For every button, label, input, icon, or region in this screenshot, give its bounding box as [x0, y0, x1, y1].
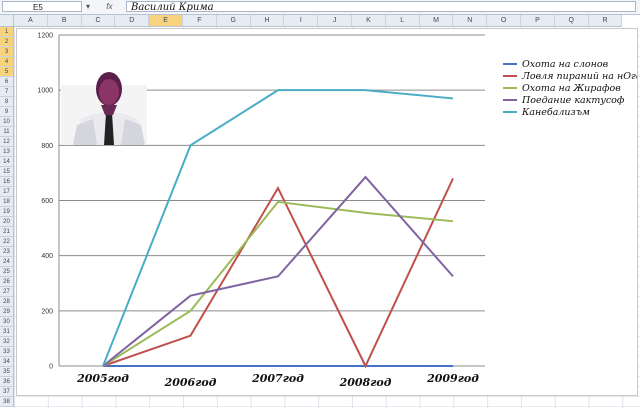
column-header-e[interactable]: E — [149, 15, 183, 27]
row-header-16[interactable]: 16 — [0, 177, 14, 187]
column-header-l[interactable]: L — [385, 15, 420, 27]
line-chart: 0 200 400 600 800 1000 1200 2005год 2006год 2007… — [37, 33, 640, 390]
row-header-21[interactable]: 21 — [0, 227, 14, 237]
y-tick-label: 800 — [41, 143, 53, 150]
row-header-3[interactable]: 3 — [0, 47, 14, 57]
column-header-n[interactable]: N — [453, 15, 488, 27]
row-header-18[interactable]: 18 — [0, 197, 14, 207]
x-tick-label: 2008год — [339, 376, 392, 389]
row-header-29[interactable]: 29 — [0, 307, 14, 317]
row-header-2[interactable]: 2 — [0, 37, 14, 47]
function-icon[interactable]: fx — [106, 2, 112, 11]
row-header-20[interactable]: 20 — [0, 217, 14, 227]
series-line-1[interactable] — [102, 178, 454, 369]
formula-input[interactable]: Василий Крима — [126, 1, 636, 13]
row-header-8[interactable]: 8 — [0, 97, 14, 107]
series-line-3[interactable] — [102, 175, 454, 367]
column-header-b[interactable]: B — [47, 15, 82, 27]
y-tick-label: 600 — [41, 198, 53, 205]
row-header-32[interactable]: 32 — [0, 337, 14, 347]
column-header-k[interactable]: K — [352, 15, 386, 27]
y-tick-label: 0 — [49, 364, 53, 371]
column-header-f[interactable]: F — [183, 15, 217, 27]
row-header-38[interactable]: 38 — [0, 397, 14, 407]
row-header-1[interactable]: 1 — [0, 27, 14, 37]
row-header-23[interactable]: 23 — [0, 247, 14, 257]
row-header-28[interactable]: 28 — [0, 297, 14, 307]
y-tick-label: 200 — [41, 308, 53, 315]
column-header-c[interactable]: C — [81, 15, 116, 27]
row-header-5[interactable]: 5 — [0, 67, 14, 77]
series-lines — [102, 89, 454, 369]
column-header-h[interactable]: H — [250, 15, 285, 27]
row-header-10[interactable]: 10 — [0, 117, 14, 127]
legend: Охота на слоновЛовля пираний на нОгеОхот… — [503, 59, 640, 118]
legend-label-4: Канебализъм — [521, 107, 590, 118]
row-header-6[interactable]: 6 — [0, 77, 14, 87]
column-header-r[interactable]: R — [588, 15, 623, 27]
column-header-p[interactable]: P — [521, 15, 555, 27]
legend-label-0: Охота на слонов — [522, 59, 609, 70]
y-tick-label: 400 — [41, 253, 53, 260]
y-tick-label: 1000 — [37, 88, 53, 95]
row-header-9[interactable]: 9 — [0, 107, 14, 117]
legend-label-3: Поедание кактусоф — [521, 95, 625, 106]
row-header-17[interactable]: 17 — [0, 187, 14, 197]
x-tick-label: 2006год — [164, 376, 217, 389]
row-header-35[interactable]: 35 — [0, 367, 14, 377]
row-header-30[interactable]: 30 — [0, 317, 14, 327]
row-header-7[interactable]: 7 — [0, 87, 14, 97]
row-header-26[interactable]: 26 — [0, 277, 14, 287]
row-header-13[interactable]: 13 — [0, 147, 14, 157]
column-header-g[interactable]: G — [216, 15, 251, 27]
column-header-q[interactable]: Q — [554, 15, 589, 27]
person-photo[interactable] — [61, 72, 147, 145]
column-header-a[interactable]: A — [14, 15, 48, 27]
row-header-27[interactable]: 27 — [0, 287, 14, 297]
x-tick-label: 2009год — [426, 372, 479, 385]
row-header-22[interactable]: 22 — [0, 237, 14, 247]
row-header-33[interactable]: 33 — [0, 347, 14, 357]
legend-label-2: Охота на Жирафов — [522, 83, 621, 94]
name-box[interactable]: E5 — [2, 1, 82, 12]
row-header-34[interactable]: 34 — [0, 357, 14, 367]
y-axis-ticks: 0 200 400 600 800 1000 1200 — [37, 33, 53, 371]
row-header-19[interactable]: 19 — [0, 207, 14, 217]
chart-area[interactable]: 0 200 400 600 800 1000 1200 2005год 2006год 2007… — [16, 28, 640, 396]
row-header-36[interactable]: 36 — [0, 377, 14, 387]
row-header-31[interactable]: 31 — [0, 327, 14, 337]
column-header-j[interactable]: J — [318, 15, 352, 27]
series-line-2[interactable] — [102, 200, 454, 367]
column-header-i[interactable]: I — [284, 15, 319, 27]
row-header-24[interactable]: 24 — [0, 257, 14, 267]
column-header-d[interactable]: D — [115, 15, 150, 27]
row-header-12[interactable]: 12 — [0, 137, 14, 147]
fx-buttons[interactable]: ▾ fx — [86, 1, 124, 12]
row-header-14[interactable]: 14 — [0, 157, 14, 167]
row-header-4[interactable]: 4 — [0, 57, 14, 67]
legend-label-1: Ловля пираний на нОге — [521, 71, 637, 82]
x-tick-label: 2007год — [251, 372, 304, 385]
row-header-11[interactable]: 11 — [0, 127, 14, 137]
column-header-o[interactable]: O — [487, 15, 521, 27]
formula-bar: E5 ▾ fx Василий Крима — [0, 0, 640, 15]
dropdown-icon[interactable]: ▾ — [86, 2, 90, 11]
row-header-15[interactable]: 15 — [0, 167, 14, 177]
row-header-37[interactable]: 37 — [0, 387, 14, 397]
y-tick-label: 1200 — [37, 33, 53, 40]
row-header-25[interactable]: 25 — [0, 267, 14, 277]
column-header-m[interactable]: M — [419, 15, 454, 27]
select-all-corner[interactable] — [0, 15, 14, 27]
x-axis-ticks: 2005год 2006год 2007год 2008год 2009год — [76, 372, 479, 389]
x-tick-label: 2005год — [76, 372, 129, 385]
